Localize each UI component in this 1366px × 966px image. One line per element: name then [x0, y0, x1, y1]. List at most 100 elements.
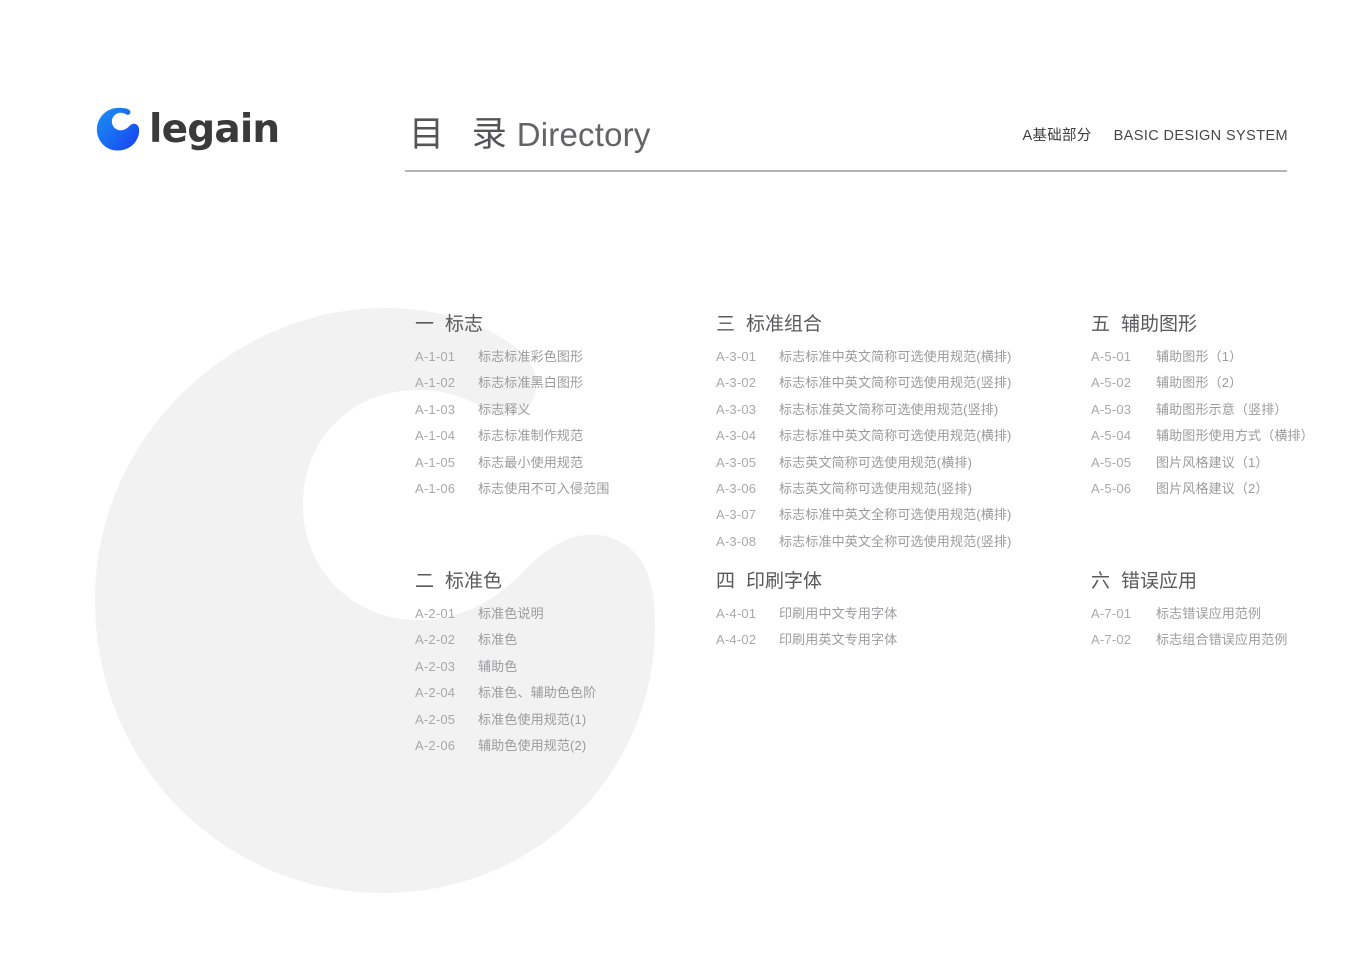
entry-desc: 图片风格建议（2）: [1156, 480, 1269, 496]
section-title-6: 错误应用: [1121, 571, 1198, 592]
list-item[interactable]: A-7-02 标志组合错误应用范例: [1091, 632, 1288, 648]
section-heading-2: 二标准色: [415, 570, 596, 594]
directory-page: legain 目 录 Directory A基础部分 BASIC DESIGN …: [0, 0, 1366, 966]
entry-code: A-3-06: [716, 480, 757, 496]
entry-desc: 标准色使用规范(1): [478, 711, 587, 727]
section-title-2: 标准色: [445, 571, 503, 592]
entry-list-5: A-5-01 辅助图形（1） A-5-02 辅助图形（2） A-5-03 辅助图…: [1091, 348, 1314, 497]
directory-section-2: 二标准色 A-2-01 标准色说明 A-2-02 标准色 A-2-03 辅助色 …: [415, 570, 596, 754]
list-item[interactable]: A-5-01 辅助图形（1）: [1091, 348, 1314, 365]
entry-code: A-3-05: [716, 454, 757, 470]
section-number-5: 五: [1091, 314, 1111, 335]
list-item[interactable]: A-2-04 标准色、辅助色色阶: [415, 685, 596, 701]
list-item[interactable]: A-3-02 标志标准中英文简称可选使用规范(竖排): [716, 375, 1012, 391]
list-item[interactable]: A-2-06 辅助色使用规范(2): [415, 737, 596, 754]
entry-code: A-1-04: [415, 428, 456, 444]
list-item[interactable]: A-3-05 标志英文简称可选使用规范(横排): [716, 454, 1012, 471]
entry-desc: 辅助色: [478, 658, 518, 674]
list-item[interactable]: A-4-01 印刷用中文专用字体: [716, 605, 898, 622]
directory-section-5: 五辅助图形 A-5-01 辅助图形（1） A-5-02 辅助图形（2） A-5-…: [1091, 313, 1314, 497]
entry-desc: 印刷用英文专用字体: [779, 632, 898, 648]
entry-code: A-5-06: [1091, 480, 1132, 496]
entry-desc: 印刷用中文专用字体: [779, 605, 898, 621]
list-item[interactable]: A-5-04 辅助图形使用方式（横排）: [1091, 428, 1314, 444]
entry-code: A-5-01: [1091, 348, 1132, 364]
entry-code: A-1-01: [415, 348, 456, 364]
entry-code: A-3-02: [716, 375, 757, 391]
list-item[interactable]: A-7-01 标志错误应用范例: [1091, 605, 1288, 622]
list-item[interactable]: A-3-04 标志标准中英文简称可选使用规范(横排): [716, 428, 1012, 444]
entry-code: A-3-03: [716, 401, 757, 417]
section-heading-1: 一标志: [415, 313, 610, 337]
entry-desc: 标准色: [478, 632, 518, 648]
list-item[interactable]: A-3-07 标志标准中英文全称可选使用规范(横排): [716, 507, 1012, 523]
directory-section-3: 三标准组合 A-3-01 标志标准中英文简称可选使用规范(横排) A-3-02 …: [716, 313, 1012, 550]
section-number-2: 二: [415, 571, 435, 592]
entry-desc: 标志错误应用范例: [1156, 605, 1262, 621]
list-item[interactable]: A-5-02 辅助图形（2）: [1091, 375, 1314, 391]
list-item[interactable]: A-5-05 图片风格建议（1）: [1091, 454, 1314, 471]
entry-desc: 标志标准中英文简称可选使用规范(竖排): [779, 375, 1012, 391]
entry-desc: 标志标准中英文简称可选使用规范(横排): [779, 348, 1012, 364]
section-number-1: 一: [415, 314, 435, 335]
entry-code: A-3-04: [716, 428, 757, 444]
section-title-3: 标准组合: [746, 314, 823, 335]
entry-desc: 辅助图形示意（竖排）: [1156, 401, 1288, 417]
section-heading-6: 六错误应用: [1091, 570, 1288, 594]
list-item[interactable]: A-5-06 图片风格建议（2）: [1091, 480, 1314, 497]
entry-desc: 标志标准中英文全称可选使用规范(横排): [779, 507, 1012, 523]
entry-desc: 标志最小使用规范: [478, 454, 584, 470]
entry-code: A-2-06: [415, 737, 456, 753]
section-heading-4: 四印刷字体: [716, 570, 897, 594]
entry-code: A-4-01: [716, 605, 757, 621]
list-item[interactable]: A-3-06 标志英文简称可选使用规范(竖排): [716, 480, 1012, 497]
section-heading-3: 三标准组合: [716, 313, 1012, 337]
entry-code: A-5-05: [1091, 454, 1132, 470]
entry-desc: 标志标准彩色图形: [478, 348, 584, 364]
entry-code: A-1-03: [415, 401, 456, 417]
list-item[interactable]: A-4-02 印刷用英文专用字体: [716, 632, 898, 648]
entry-code: A-2-03: [415, 658, 456, 674]
section-heading-5: 五辅助图形: [1091, 313, 1314, 337]
entry-desc: 图片风格建议（1）: [1156, 454, 1269, 470]
list-item[interactable]: A-2-03 辅助色: [415, 658, 596, 675]
section-title-1: 标志: [445, 314, 484, 335]
entry-desc: 标志标准制作规范: [478, 428, 584, 444]
entry-code: A-2-05: [415, 711, 456, 727]
list-item[interactable]: A-2-01 标准色说明: [415, 605, 596, 622]
list-item[interactable]: A-2-05 标准色使用规范(1): [415, 711, 596, 728]
directory-grid: 一标志 A-1-01 标志标准彩色图形 A-1-02 标志标准黑白图形 A-1-…: [0, 0, 1366, 966]
entry-list-2: A-2-01 标准色说明 A-2-02 标准色 A-2-03 辅助色 A-2-0…: [415, 605, 596, 754]
entry-list-4: A-4-01 印刷用中文专用字体 A-4-02 印刷用英文专用字体: [716, 605, 898, 648]
entry-desc: 标志释义: [478, 401, 531, 417]
entry-desc: 辅助图形（1）: [1156, 348, 1243, 364]
list-item[interactable]: A-1-04 标志标准制作规范: [415, 428, 610, 444]
entry-list-1: A-1-01 标志标准彩色图形 A-1-02 标志标准黑白图形 A-1-03 标…: [415, 348, 610, 497]
list-item[interactable]: A-5-03 辅助图形示意（竖排）: [1091, 401, 1314, 418]
directory-section-1: 一标志 A-1-01 标志标准彩色图形 A-1-02 标志标准黑白图形 A-1-…: [415, 313, 610, 497]
entry-code: A-3-08: [716, 533, 757, 549]
entry-desc: 标志标准中英文全称可选使用规范(竖排): [779, 533, 1012, 549]
list-item[interactable]: A-1-02 标志标准黑白图形: [415, 375, 610, 391]
list-item[interactable]: A-3-01 标志标准中英文简称可选使用规范(横排): [716, 348, 1012, 365]
entry-code: A-2-02: [415, 632, 456, 648]
list-item[interactable]: A-3-03 标志标准英文简称可选使用规范(竖排): [716, 401, 1012, 418]
entry-desc: 辅助图形使用方式（横排）: [1156, 428, 1314, 444]
list-item[interactable]: A-1-05 标志最小使用规范: [415, 454, 610, 471]
entry-desc: 标志组合错误应用范例: [1156, 632, 1288, 648]
list-item[interactable]: A-1-03 标志释义: [415, 401, 610, 418]
entry-code: A-3-01: [716, 348, 757, 364]
list-item[interactable]: A-1-06 标志使用不可入侵范围: [415, 480, 610, 497]
entry-desc: 标志使用不可入侵范围: [478, 480, 610, 496]
list-item[interactable]: A-3-08 标志标准中英文全称可选使用规范(竖排): [716, 533, 1012, 550]
section-title-5: 辅助图形: [1121, 314, 1198, 335]
list-item[interactable]: A-2-02 标准色: [415, 632, 596, 648]
entry-list-3: A-3-01 标志标准中英文简称可选使用规范(横排) A-3-02 标志标准中英…: [716, 348, 1012, 550]
entry-desc: 标志标准中英文简称可选使用规范(横排): [779, 428, 1012, 444]
entry-code: A-5-04: [1091, 428, 1132, 444]
entry-desc: 标志英文简称可选使用规范(横排): [779, 454, 973, 470]
entry-desc: 标准色说明: [478, 605, 544, 621]
entry-code: A-3-07: [716, 507, 757, 523]
entry-code: A-5-03: [1091, 401, 1132, 417]
list-item[interactable]: A-1-01 标志标准彩色图形: [415, 348, 610, 365]
